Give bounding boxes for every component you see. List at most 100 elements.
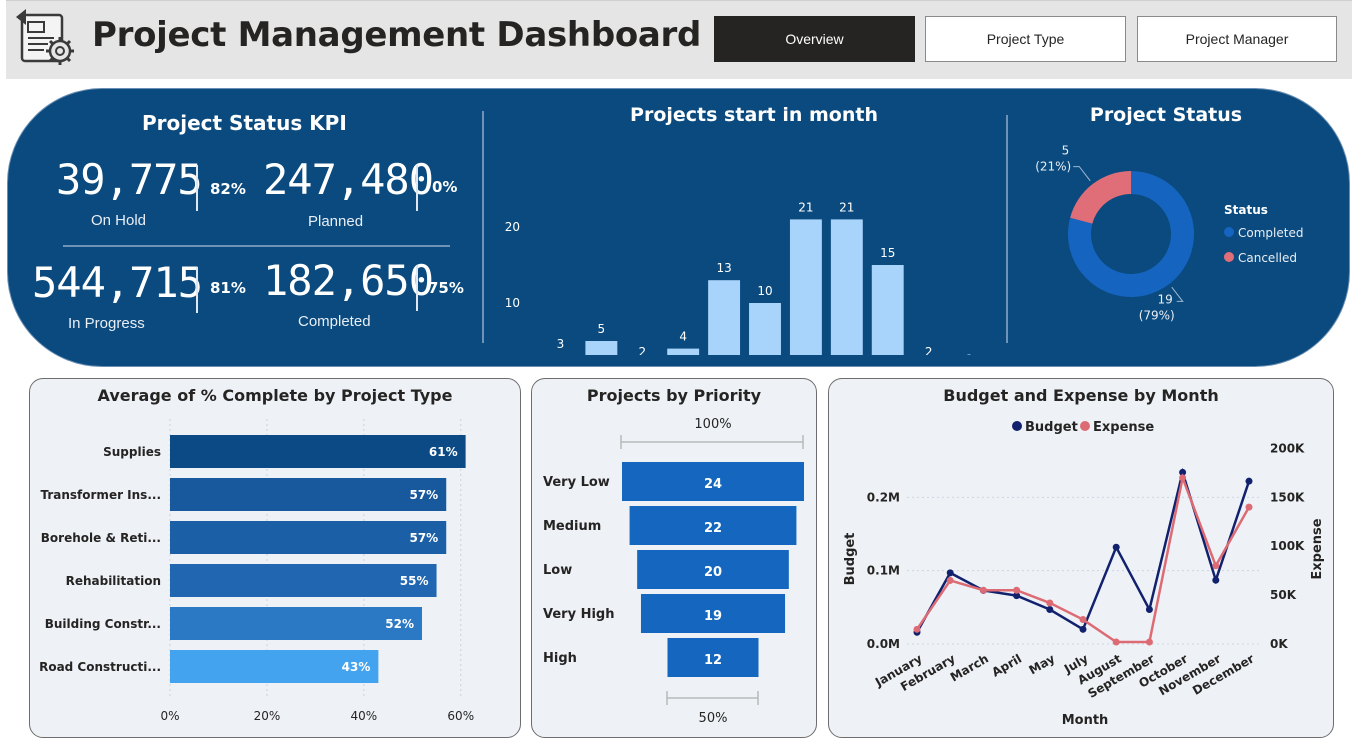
callout-line (1073, 166, 1091, 182)
planned-pct: 0% (432, 178, 458, 196)
budget-expense-card: Budget and Expense by Month Budget Expens… (828, 378, 1334, 738)
data-point (1079, 625, 1087, 633)
y2-tick-label: 50K (1270, 588, 1297, 602)
y-tick-label: 0.1M (867, 564, 900, 578)
banner-divider (482, 111, 484, 343)
data-label: 2 (638, 345, 646, 355)
x-axis-label: Month (1062, 713, 1109, 728)
budget-expense-chart: Budget Expense 0.0M 0.1M 0.2M 0K 50K 100K 150K… (843, 420, 1325, 728)
data-label: 2 (925, 345, 933, 355)
data-point (979, 586, 987, 594)
priority-card: Projects by Priority 100% Very Low Medium… (531, 378, 817, 738)
chart-title: Projects start in month (630, 104, 878, 126)
project-settings-icon (16, 9, 74, 65)
on-hold-value: 39,775 (56, 155, 203, 204)
legend-swatch (1224, 227, 1234, 237)
slice-value-label: 19 (1157, 292, 1172, 306)
banner-divider (1006, 115, 1008, 343)
category-label: Low (543, 563, 572, 578)
y2-tick-label: 150K (1270, 490, 1305, 504)
header-bar: Project Management Dashboard Overview Pr… (6, 0, 1352, 79)
chart-title: Average of % Complete by Project Type (97, 386, 453, 405)
legend-swatch (1012, 421, 1022, 431)
data-point (1145, 606, 1153, 614)
planned-value: 247,480 (263, 155, 434, 204)
avg-complete-chart: Supplies Transformer Ins... Borehole & Ret… (39, 419, 474, 723)
kpi-separator (416, 265, 418, 311)
chart-title: Projects by Priority (586, 386, 762, 405)
bar (170, 607, 422, 640)
data-label: 5 (598, 322, 606, 336)
data-point (1079, 616, 1087, 624)
bar (170, 564, 437, 597)
category-label: Rehabilitation (66, 574, 161, 588)
category-label: Road Constructi... (39, 660, 161, 674)
nav-overview-button[interactable]: Overview (714, 16, 915, 62)
kpi-separator (196, 165, 198, 211)
category-label: Borehole & Reti... (41, 531, 161, 545)
y-tick-label: 20 (505, 220, 520, 234)
x-tick-label: 0% (160, 709, 179, 723)
y-tick-label: 0.0M (867, 637, 900, 651)
series-line (915, 467, 1251, 633)
priority-funnel-chart: 100% Very Low Medium Low Very High High 24 22… (543, 417, 804, 726)
callout-line (1171, 286, 1184, 302)
x-tick-label: April (989, 651, 1024, 679)
slice-value-label: 5 (1062, 144, 1070, 158)
kpi-separator (416, 165, 418, 211)
data-label: 1 (966, 352, 974, 355)
bar (667, 348, 700, 355)
completed-pct: 75% (428, 279, 464, 297)
category-label: High (543, 651, 577, 666)
data-label: 21 (798, 200, 813, 214)
in-progress-pct: 81% (210, 279, 246, 297)
kpi-divider (63, 245, 450, 247)
slice-pct-label: (79%) (1139, 308, 1175, 322)
data-label: 57% (409, 531, 438, 545)
legend-swatch (1224, 252, 1234, 262)
data-label: 4 (679, 330, 687, 344)
data-label: 52% (385, 617, 414, 631)
legend-item: Cancelled (1238, 251, 1297, 265)
completed-value: 182,650 (263, 256, 434, 305)
bar (170, 435, 466, 468)
data-label: 43% (342, 660, 371, 674)
legend-item: Budget (1025, 420, 1078, 435)
data-point (1145, 638, 1153, 646)
nav-project-type-button[interactable]: Project Type (925, 16, 1126, 62)
planned-label: Planned (308, 213, 364, 230)
pie-slice (1070, 171, 1131, 224)
data-point (1112, 638, 1120, 646)
x-tick-label: 40% (351, 709, 378, 723)
y-axis-label: Budget (843, 533, 858, 586)
data-label: 13 (716, 261, 731, 275)
data-point (1245, 503, 1253, 511)
data-label: 22 (704, 521, 722, 536)
data-label: 15 (880, 246, 895, 260)
on-hold-label: On Hold (91, 212, 147, 229)
slice-pct-label: (21%) (1035, 160, 1071, 174)
funnel-bottom-label: 50% (699, 711, 728, 726)
nav-project-manager-button[interactable]: Project Manager (1137, 16, 1337, 62)
data-point (1013, 586, 1021, 594)
data-label: 24 (704, 477, 722, 492)
bar (749, 303, 781, 355)
data-point (1046, 606, 1054, 614)
in-progress-value: 544,715 (32, 258, 203, 307)
data-point (1212, 562, 1220, 570)
y2-tick-label: 0K (1270, 637, 1288, 651)
category-label: Building Constr... (45, 617, 161, 631)
kpi-title: Project Status KPI (142, 111, 347, 135)
data-point (913, 625, 921, 633)
chart-title: Project Status (1090, 104, 1242, 126)
legend-title: Status (1224, 203, 1268, 217)
category-label: Supplies (103, 445, 161, 459)
data-point (1179, 474, 1187, 482)
x-tick-label: May (1026, 651, 1057, 677)
bar (830, 219, 863, 355)
avg-complete-card: Average of % Complete by Project Type Su… (29, 378, 521, 738)
data-label: 10 (757, 284, 772, 298)
data-label: 61% (429, 445, 458, 459)
data-label: 21 (839, 200, 854, 214)
chart-title: Budget and Expense by Month (943, 386, 1219, 405)
